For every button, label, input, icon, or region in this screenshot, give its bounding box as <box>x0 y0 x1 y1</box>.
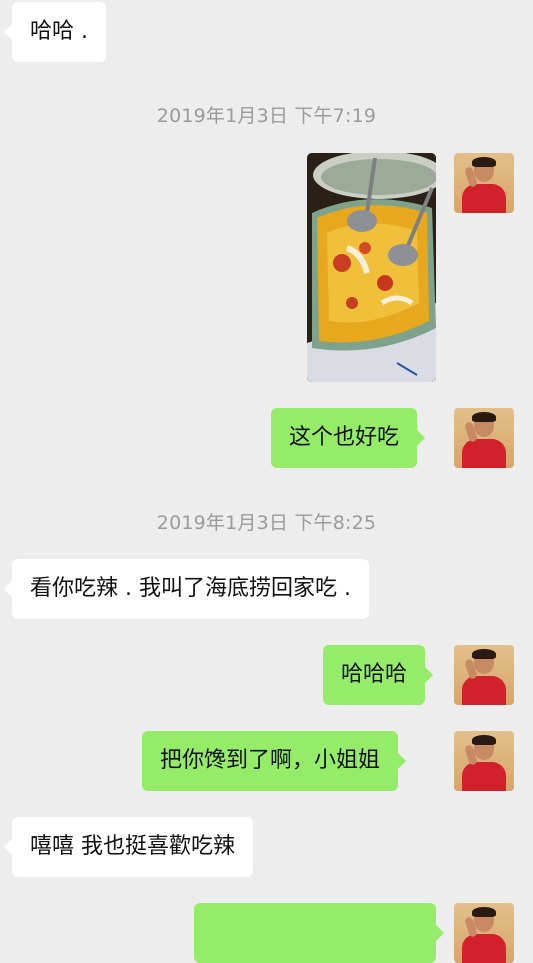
message-bubble-incoming[interactable]: 哈哈 . <box>4 2 106 62</box>
image-message-food-photo[interactable] <box>307 153 436 382</box>
message-bubble-incoming[interactable]: 嘻嘻 我也挺喜歡吃辣 <box>4 817 253 877</box>
chat-message-list[interactable]: 哈哈 . 2019年1月3日 下午7:19 这个也好吃 2019年1月3日 下午… <box>0 0 533 963</box>
message-bubble-outgoing[interactable]: 这个也好吃 <box>271 408 426 468</box>
message-bubble-outgoing-partial[interactable] <box>194 903 444 963</box>
message-bubble-outgoing[interactable]: 把你馋到了啊，小姐姐 <box>142 731 407 791</box>
avatar[interactable] <box>454 731 514 791</box>
avatar[interactable] <box>454 645 514 705</box>
avatar[interactable] <box>454 153 514 213</box>
message-bubble-incoming[interactable]: 看你吃辣 . 我叫了海底捞回家吃 . <box>4 559 369 619</box>
message-bubble-outgoing[interactable]: 哈哈哈 <box>323 645 434 705</box>
avatar[interactable] <box>454 903 514 963</box>
timestamp: 2019年1月3日 下午7:19 <box>156 105 377 127</box>
avatar[interactable] <box>454 408 514 468</box>
timestamp: 2019年1月3日 下午8:25 <box>156 512 377 534</box>
food-photo-image <box>307 153 436 382</box>
